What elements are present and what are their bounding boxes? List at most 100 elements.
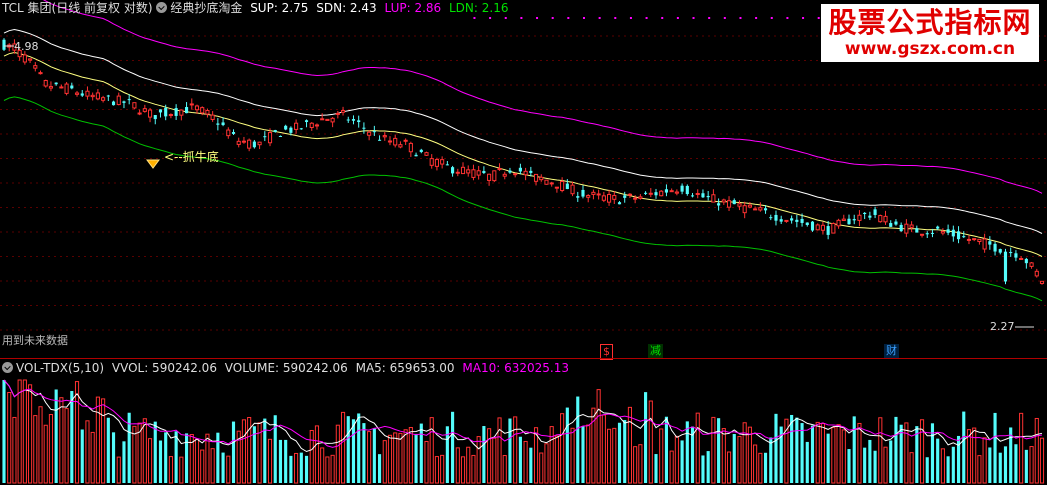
- candle-body: [38, 72, 43, 75]
- candle-body: [868, 215, 872, 218]
- candle-body: [549, 182, 554, 185]
- top-signal-dot: [473, 17, 476, 19]
- event-tag-reduce[interactable]: 减: [648, 344, 663, 358]
- volume-bar: [508, 418, 512, 483]
- volume-bar: [633, 446, 638, 484]
- volume-bar: [101, 398, 106, 484]
- candle-body: [513, 173, 518, 176]
- candle-body: [252, 141, 256, 148]
- volume-bar: [95, 396, 100, 484]
- candle-body: [74, 92, 80, 95]
- candle-body: [205, 110, 210, 115]
- candle-body: [706, 195, 710, 198]
- watermark-logo: 股票公式指标网 www.gszx.com.cn: [821, 4, 1039, 62]
- volume-settings-icon[interactable]: [2, 362, 13, 373]
- candle-body: [841, 218, 846, 222]
- candle-body: [570, 184, 575, 195]
- candle-body: [393, 137, 398, 146]
- candle-body: [247, 139, 252, 149]
- candle-body: [424, 152, 429, 156]
- candle-body: [408, 142, 413, 153]
- watermark-url: www.gszx.com.cn: [844, 39, 1016, 59]
- volume-bar: [158, 440, 163, 483]
- candle-body: [805, 222, 809, 225]
- volume-bar: [936, 438, 940, 483]
- volume-bar: [659, 428, 664, 484]
- volume-bar: [638, 444, 643, 484]
- volume-bar: [627, 406, 632, 484]
- candle-body: [367, 131, 372, 136]
- settings-icon[interactable]: [156, 2, 168, 13]
- candle-body: [189, 103, 194, 106]
- candle-body: [210, 114, 215, 120]
- volume-bar: [372, 428, 376, 483]
- indicator-name[interactable]: 经典抄底淘金: [170, 1, 242, 15]
- volume-bar: [2, 380, 6, 483]
- candle-body: [194, 105, 200, 111]
- candle-body: [137, 112, 142, 115]
- volume-bar: [346, 416, 350, 483]
- candle-body: [241, 140, 247, 143]
- candle-body: [711, 194, 716, 203]
- candle-body: [1034, 270, 1039, 277]
- volume-bar: [200, 449, 205, 484]
- candle-body: [95, 92, 100, 100]
- candle-body: [701, 193, 705, 198]
- candle-body: [951, 229, 955, 237]
- volume-bar: [795, 417, 799, 483]
- candle-body: [387, 140, 393, 143]
- candle-body: [648, 192, 653, 195]
- volume-bar: [451, 411, 455, 483]
- volume-bar: [810, 425, 815, 483]
- event-tag-finance[interactable]: 财: [884, 344, 899, 358]
- candle-body: [372, 131, 376, 133]
- candle-body: [289, 127, 293, 133]
- volume-indicator-name[interactable]: VOL-TDX(5,10): [16, 361, 104, 375]
- volume-bar: [122, 441, 126, 483]
- candle-body: [314, 124, 320, 127]
- volume-bar: [904, 422, 909, 484]
- candle-body: [601, 195, 606, 201]
- candle-body: [466, 169, 471, 174]
- volume-bar: [664, 416, 669, 483]
- volume-bar: [398, 432, 403, 484]
- candle-body: [335, 112, 340, 115]
- candle-body: [644, 192, 648, 194]
- candle-body: [158, 109, 163, 113]
- candle-body: [59, 86, 64, 89]
- candle-body: [174, 108, 178, 116]
- candle-body: [1039, 280, 1045, 284]
- volume-bar: [758, 452, 763, 484]
- volume-bar: [873, 450, 877, 483]
- top-signal-dot: [708, 17, 711, 19]
- top-signal-dot: [598, 17, 601, 19]
- volume-bar: [142, 418, 147, 484]
- volume-bar: [106, 417, 110, 483]
- volume-bar: [685, 421, 689, 483]
- candle-body: [607, 193, 612, 203]
- candle-body: [863, 212, 867, 215]
- candle-body: [2, 39, 6, 50]
- volume-bar: [998, 452, 1002, 483]
- candle-body: [440, 159, 445, 165]
- candle-body: [455, 171, 460, 174]
- volume-bar: [33, 415, 38, 484]
- candle-body: [434, 159, 439, 167]
- candle-body: [726, 200, 732, 208]
- volume-chart[interactable]: [0, 358, 1047, 485]
- volume-bar: [560, 413, 565, 484]
- candle-body: [904, 223, 909, 234]
- candle-body: [596, 193, 601, 196]
- volume-bar: [576, 396, 580, 483]
- volume-bar: [164, 432, 168, 483]
- volume-bar: [695, 412, 700, 484]
- candle-body: [1029, 262, 1034, 267]
- volume-bar: [393, 432, 398, 484]
- volume-bar: [362, 423, 366, 483]
- volume-bar: [612, 427, 617, 484]
- volume-bar: [367, 431, 372, 484]
- volume-bar: [894, 416, 898, 483]
- volume-bar: [706, 451, 710, 483]
- volume-bar: [946, 456, 950, 483]
- vvol-value: VVOL: 590242.06: [111, 361, 217, 375]
